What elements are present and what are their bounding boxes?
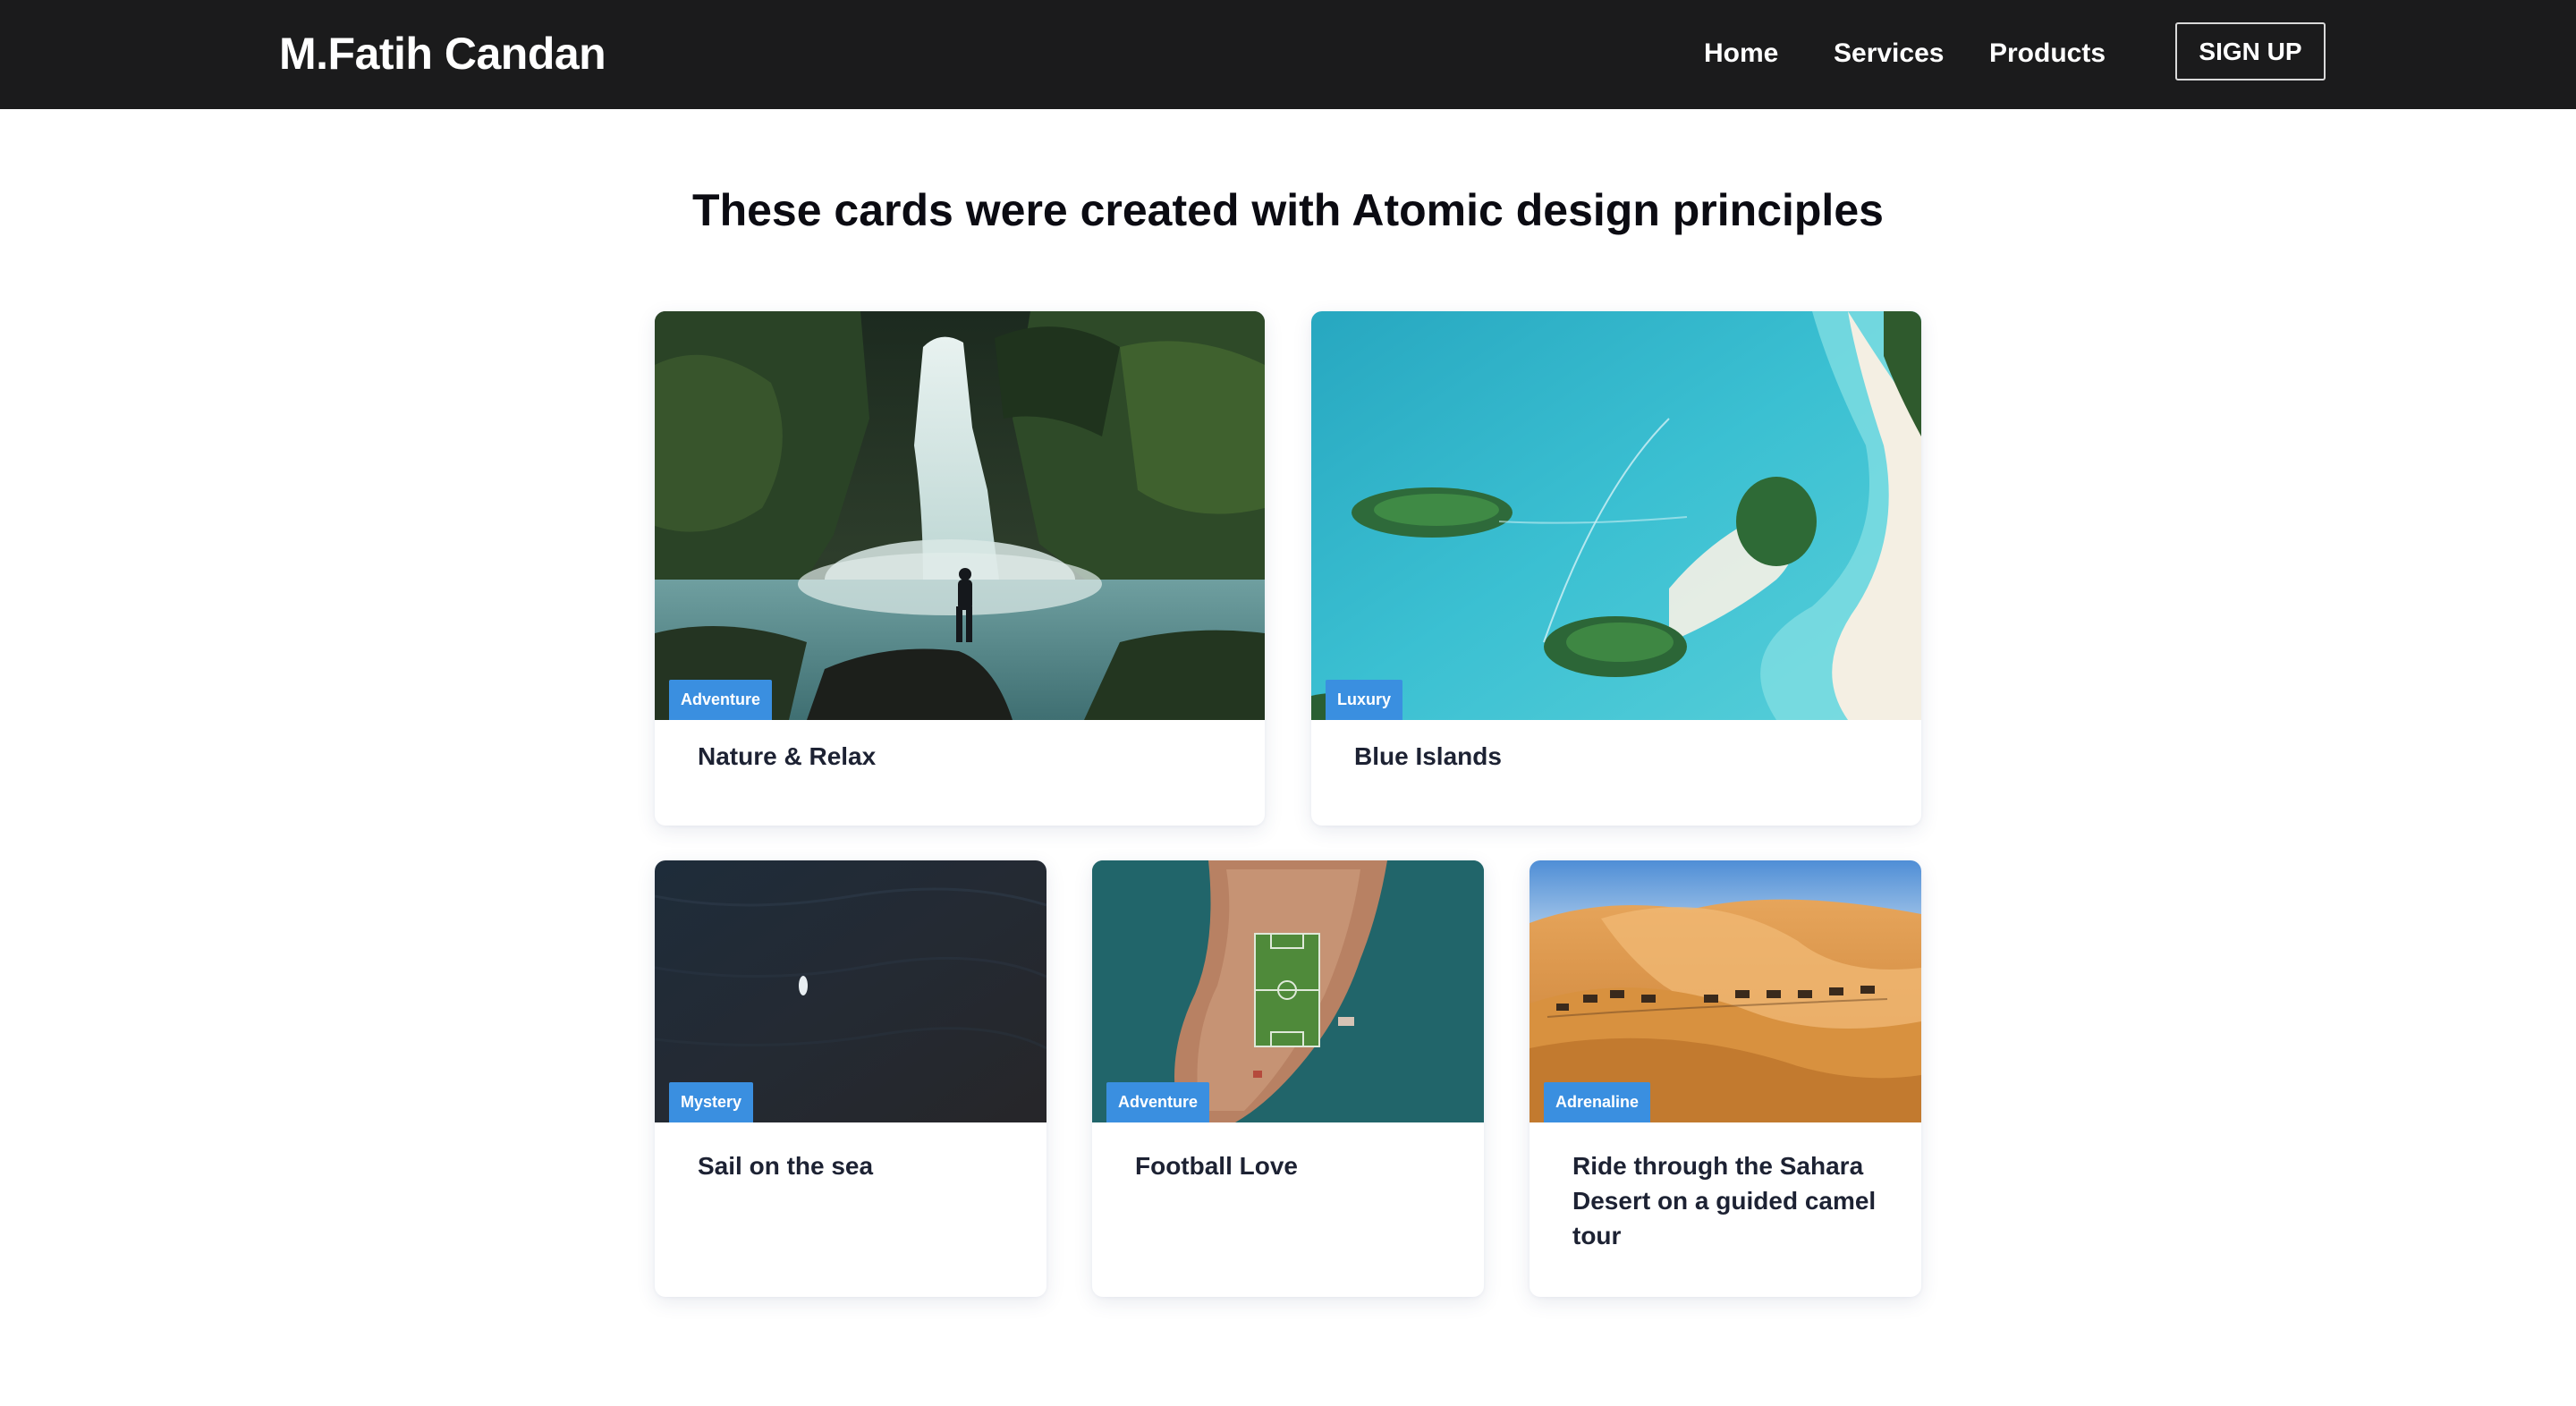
navbar: M.Fatih Candan Home Services Products SI… bbox=[0, 0, 2576, 109]
card-title: Blue Islands bbox=[1354, 742, 1502, 770]
sea-boat-image: Mystery bbox=[655, 860, 1046, 1122]
category-badge: Adventure bbox=[1106, 1082, 1210, 1122]
category-badge: Luxury bbox=[1326, 680, 1403, 720]
card-title: Ride through the Sahara Desert on a guid… bbox=[1572, 1152, 1877, 1249]
card-title: Football Love bbox=[1135, 1152, 1298, 1180]
card-sahara-camel-tour[interactable]: Adrenaline Ride through the Sahara Deser… bbox=[1530, 860, 1921, 1297]
waterfall-image: Adventure bbox=[655, 311, 1265, 720]
card-football-love[interactable]: Adventure Football Love bbox=[1092, 860, 1484, 1297]
card-sail-on-the-sea[interactable]: Mystery Sail on the sea bbox=[655, 860, 1046, 1297]
card-title: Sail on the sea bbox=[698, 1152, 874, 1180]
page-title: These cards were created with Atomic des… bbox=[692, 185, 1884, 235]
desert-camels-image: Adrenaline bbox=[1530, 860, 1921, 1122]
nav-link-products[interactable]: Products bbox=[1989, 34, 2106, 73]
sign-up-button[interactable]: SIGN UP bbox=[2175, 22, 2326, 80]
aerial-islands-image: Luxury bbox=[1311, 311, 1921, 720]
card-nature-relax[interactable]: Adventure Nature & Relax bbox=[655, 311, 1265, 826]
nav-link-home[interactable]: Home bbox=[1704, 34, 1778, 73]
card-blue-islands[interactable]: Luxury Blue Islands bbox=[1311, 311, 1921, 826]
nav-link-services[interactable]: Services bbox=[1834, 34, 1944, 73]
category-badge: Adventure bbox=[669, 680, 773, 720]
island-football-image: Adventure bbox=[1092, 860, 1484, 1122]
brand-logo[interactable]: M.Fatih Candan bbox=[279, 25, 606, 82]
category-badge: Adrenaline bbox=[1544, 1082, 1651, 1122]
card-title: Nature & Relax bbox=[698, 742, 877, 770]
category-badge: Mystery bbox=[669, 1082, 754, 1122]
